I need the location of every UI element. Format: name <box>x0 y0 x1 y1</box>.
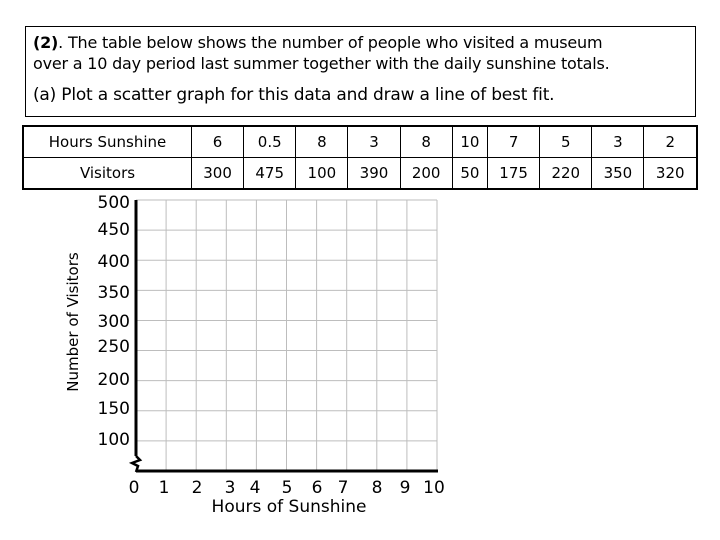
x-tick-label: 4 <box>249 478 261 498</box>
x-tick-label: 3 <box>224 478 236 498</box>
gridlines <box>136 199 438 471</box>
y-tick-label: 100 <box>97 430 130 450</box>
x-tick-label: 7 <box>337 478 349 498</box>
x-tick-label: 10 <box>423 478 445 498</box>
x-tick-label: 5 <box>281 478 293 498</box>
x-axis-label: Hours of Sunshine <box>211 497 367 517</box>
x-tick-label: 1 <box>158 478 170 498</box>
y-tick-label: 150 <box>97 399 130 419</box>
x-tick-label: 9 <box>399 478 411 498</box>
x-tick-label: 0 <box>128 478 140 498</box>
x-tick-label: 2 <box>191 478 203 498</box>
y-axis-label: Number of Visitors <box>64 252 82 392</box>
y-tick-label: 200 <box>97 370 130 390</box>
y-tick-label: 450 <box>97 220 130 240</box>
y-tick-label: 250 <box>97 337 130 357</box>
x-tick-label: 8 <box>371 478 383 498</box>
y-tick-label: 400 <box>97 252 130 272</box>
y-tick-label: 300 <box>97 312 130 332</box>
y-tick-label: 500 <box>97 193 130 213</box>
y-tick-label: 350 <box>97 283 130 303</box>
x-tick-label: 6 <box>311 478 323 498</box>
